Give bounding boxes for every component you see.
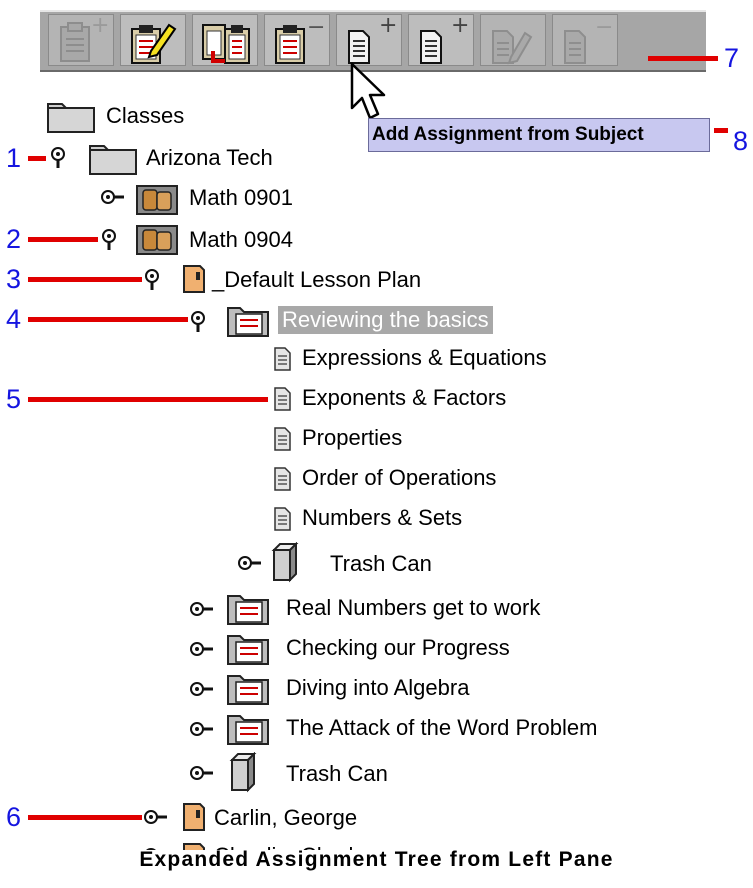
document-icon — [274, 507, 291, 531]
unit-folder-icon — [227, 715, 269, 745]
clipboard-copy-icon — [202, 24, 250, 64]
unit-folder-icon — [227, 595, 269, 625]
tree-item-lesson-plan[interactable]: _Default Lesson Plan — [212, 266, 421, 294]
callout-number: 7 — [724, 43, 740, 73]
tree-item-unit[interactable]: The Attack of the Word Problem — [286, 714, 597, 742]
trash-can-icon — [229, 752, 257, 793]
edit-class-button[interactable] — [120, 14, 186, 66]
tree-item-trash[interactable]: Trash Can — [330, 550, 432, 578]
folder-icon — [47, 103, 95, 133]
callout-line — [28, 237, 98, 242]
tree-item-assignment[interactable]: Numbers & Sets — [302, 504, 462, 532]
folder-icon — [89, 145, 137, 175]
document-add-icon — [348, 30, 370, 64]
expanded-toggle-icon[interactable] — [49, 146, 71, 170]
unit-folder-icon — [227, 675, 269, 705]
tree-item-assignment[interactable]: Order of Operations — [302, 464, 496, 492]
tooltip: Add Assignment from Subject — [368, 118, 710, 152]
tree-item-class[interactable]: Math 0904 — [189, 226, 293, 254]
add-assignment-from-subject-button[interactable]: + — [336, 14, 402, 66]
expanded-toggle-icon[interactable] — [100, 228, 122, 252]
collapsed-toggle-icon[interactable] — [189, 720, 215, 738]
student-icon — [183, 803, 205, 831]
add-assignment-button[interactable]: + — [408, 14, 474, 66]
tree-item-unit[interactable]: Diving into Algebra — [286, 674, 469, 702]
tree-item-assignment[interactable]: Properties — [302, 424, 402, 452]
callout-number: 8 — [733, 126, 749, 156]
plus-sign: + — [91, 13, 110, 38]
document-icon — [274, 467, 291, 491]
callout-number: 3 — [6, 264, 22, 294]
tree-item-unit[interactable]: Checking our Progress — [286, 634, 510, 662]
tree-item-student[interactable]: Carlin, George — [214, 804, 357, 832]
callout-line — [648, 56, 718, 61]
remove-class-button[interactable]: − — [264, 14, 330, 66]
trash-can-icon — [271, 542, 299, 583]
tree-item-assignment[interactable]: Expressions & Equations — [302, 344, 547, 372]
document-icon — [274, 347, 291, 371]
plus-sign: + — [451, 13, 470, 38]
collapsed-toggle-icon[interactable] — [189, 640, 215, 658]
collapsed-toggle-icon[interactable] — [189, 764, 215, 782]
tree-item-unit-selected[interactable]: Reviewing the basics — [278, 306, 493, 334]
tree-root-label[interactable]: Classes — [106, 102, 184, 130]
remove-assignment-button[interactable]: − — [552, 14, 618, 66]
document-icon — [274, 387, 291, 411]
collapsed-toggle-icon[interactable] — [100, 188, 126, 206]
plus-sign: + — [379, 13, 398, 38]
callout-number: 6 — [6, 802, 22, 832]
tree-item-class[interactable]: Math 0901 — [189, 184, 293, 212]
copy-class-button[interactable] — [192, 14, 258, 66]
tree-item-school[interactable]: Arizona Tech — [146, 144, 273, 172]
tree-item-unit[interactable]: Real Numbers get to work — [286, 594, 540, 622]
collapsed-toggle-icon[interactable] — [189, 680, 215, 698]
tree-item-trash[interactable]: Trash Can — [286, 760, 388, 788]
minus-sign: − — [307, 15, 326, 40]
callout-number: 4 — [6, 304, 22, 334]
add-class-button[interactable]: + — [48, 14, 114, 66]
edit-assignment-button[interactable] — [480, 14, 546, 66]
collapsed-toggle-icon[interactable] — [143, 808, 169, 826]
minus-sign: − — [595, 15, 614, 40]
callout-line — [28, 815, 142, 820]
callout-line — [28, 317, 188, 322]
callout-line — [28, 397, 268, 402]
callout-number: 5 — [6, 384, 22, 414]
callout-number: 1 — [6, 143, 22, 173]
unit-folder-icon — [227, 307, 269, 337]
callout-number: 2 — [6, 224, 22, 254]
document-icon — [274, 427, 291, 451]
callout-line — [28, 277, 142, 282]
class-icon — [136, 225, 178, 255]
collapsed-toggle-icon[interactable] — [189, 600, 215, 618]
clipboard-edit-icon — [131, 23, 177, 64]
callout-line — [714, 128, 728, 133]
callout-line — [28, 156, 46, 161]
document-add-icon — [420, 30, 442, 64]
tree-item-assignment[interactable]: Exponents & Factors — [302, 384, 506, 412]
unit-folder-icon — [227, 635, 269, 665]
expanded-toggle-icon[interactable] — [143, 268, 165, 292]
collapsed-toggle-icon[interactable] — [237, 554, 263, 572]
class-icon — [136, 185, 178, 215]
expanded-toggle-icon[interactable] — [189, 310, 211, 334]
figure-caption: Expanded Assignment Tree from Left Pane — [139, 848, 614, 871]
document-remove-icon — [564, 30, 586, 64]
document-edit-icon — [492, 30, 533, 65]
lesson-plan-icon — [183, 265, 205, 293]
